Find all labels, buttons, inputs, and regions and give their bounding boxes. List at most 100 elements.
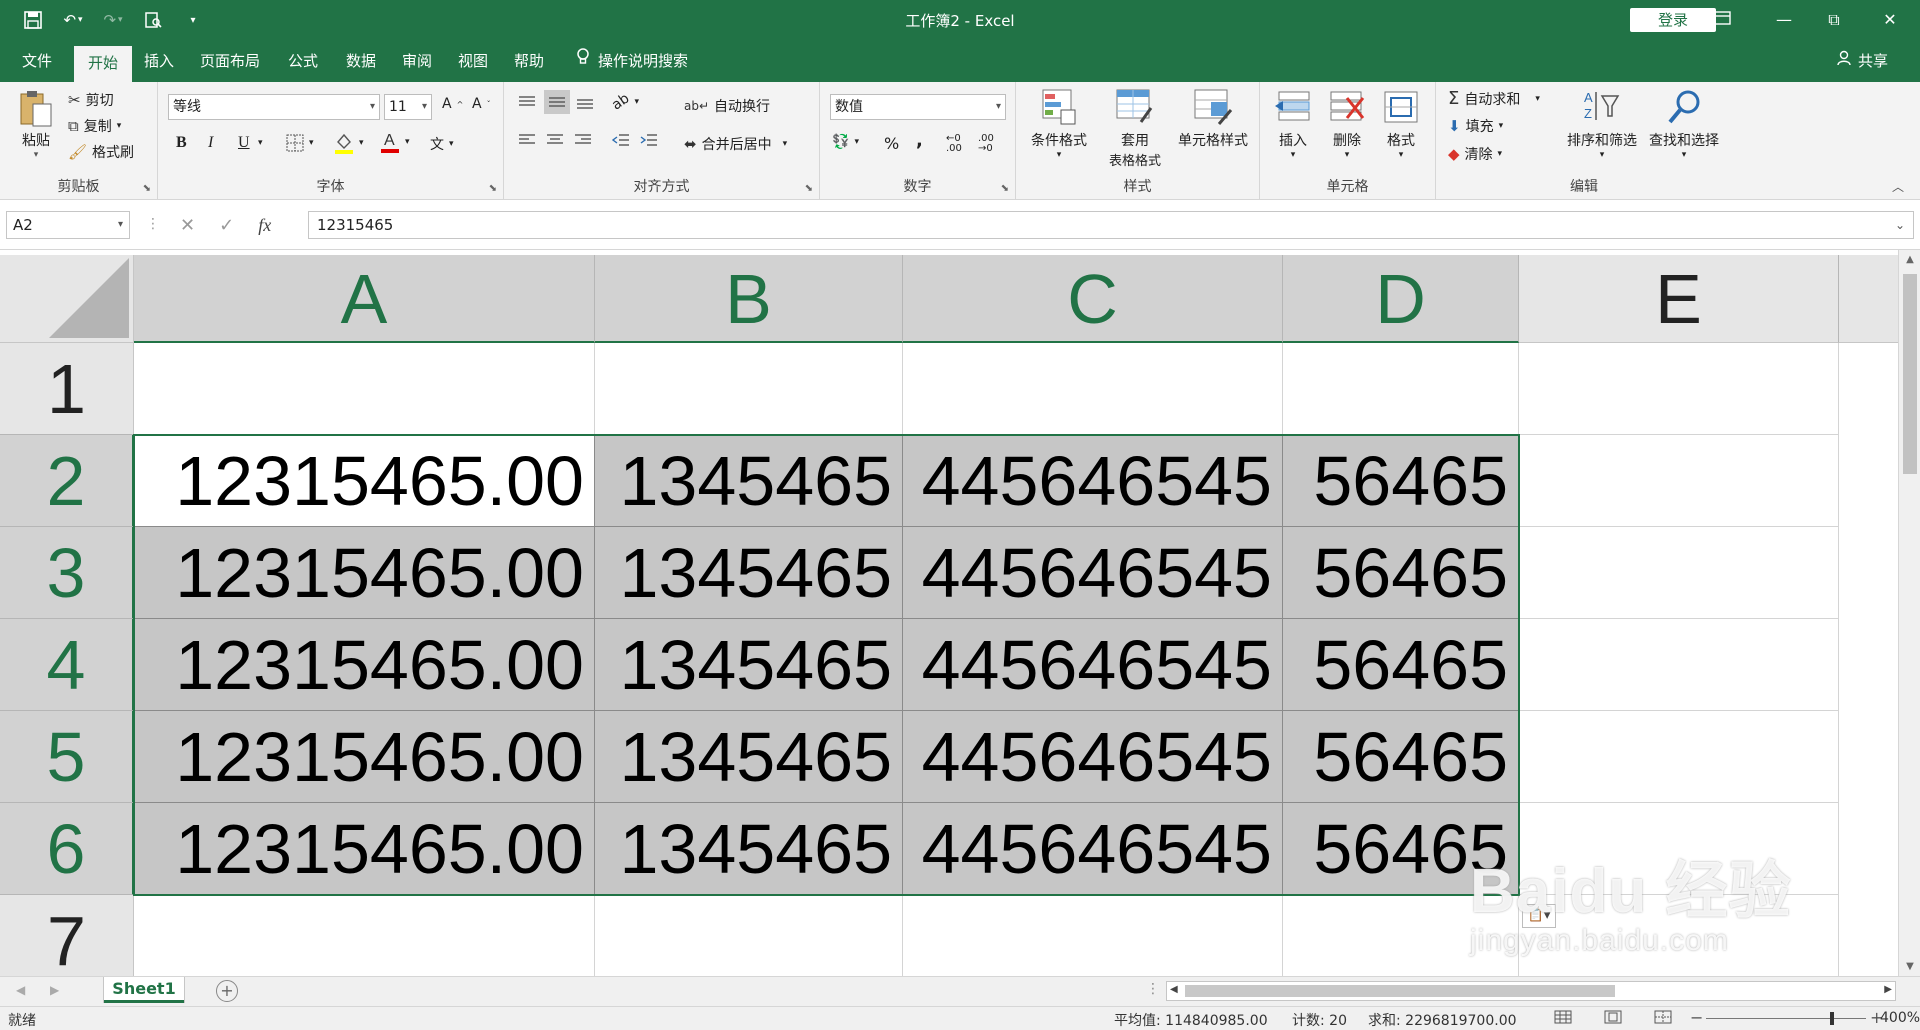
cell-a7[interactable] xyxy=(134,895,595,976)
cell-d2[interactable]: 56465 xyxy=(1283,435,1519,527)
page-break-view-icon[interactable] xyxy=(1654,1010,1672,1028)
row-header-5[interactable]: 5 xyxy=(0,711,134,803)
row-header-6[interactable]: 6 xyxy=(0,803,134,895)
column-header-b[interactable]: B xyxy=(595,255,903,343)
insert-cells-button[interactable]: 插入 ▾ xyxy=(1268,88,1318,160)
ribbon-display-options-icon[interactable] xyxy=(1702,6,1742,34)
status-average[interactable]: 平均值: 114840985.00 xyxy=(1114,1010,1268,1030)
cell-c6[interactable]: 445646545 xyxy=(903,803,1283,895)
cell-a5[interactable]: 12315465.00 xyxy=(134,711,595,803)
column-header-f[interactable] xyxy=(1839,255,1898,343)
cell-b2[interactable]: 1345465 xyxy=(595,435,903,527)
font-color-icon[interactable]: A ▾ xyxy=(380,130,410,154)
wrap-text-button[interactable]: ab↵ 自动换行 xyxy=(684,96,770,116)
accounting-format-icon[interactable]: 💱 ▾ xyxy=(832,134,859,150)
underline-dropdown-icon[interactable]: ▾ xyxy=(258,138,263,148)
cell-e2[interactable] xyxy=(1519,435,1839,527)
close-button[interactable]: ✕ xyxy=(1870,6,1910,34)
formula-input[interactable]: 12315465 ⌄ xyxy=(308,211,1914,239)
select-all-corner[interactable] xyxy=(0,255,134,343)
tab-view[interactable]: 视图 xyxy=(444,40,502,82)
borders-icon[interactable]: ▾ xyxy=(286,134,314,152)
cell-d1[interactable] xyxy=(1283,343,1519,435)
sheet-prev-icon[interactable]: ◀ xyxy=(16,983,25,997)
scroll-down-icon[interactable]: ▼ xyxy=(1899,961,1920,972)
horizontal-scroll-thumb[interactable] xyxy=(1185,985,1615,997)
cell-b6[interactable]: 1345465 xyxy=(595,803,903,895)
format-painter-button[interactable]: 🖌 格式刷 xyxy=(68,142,134,162)
font-name-select[interactable]: 等线 ▾ xyxy=(168,94,380,120)
scroll-up-icon[interactable]: ▲ xyxy=(1899,254,1920,265)
column-header-e[interactable]: E xyxy=(1519,255,1839,343)
cell-styles-button[interactable]: 单元格样式 xyxy=(1170,88,1256,150)
cell-b3[interactable]: 1345465 xyxy=(595,527,903,619)
dialog-launcher-icon[interactable]: ⬊ xyxy=(489,183,497,194)
align-left-icon[interactable] xyxy=(518,132,536,148)
cancel-icon[interactable]: ✕ xyxy=(180,215,195,236)
increase-decimal-icon[interactable]: ←0.00 xyxy=(946,134,962,154)
row-header-2[interactable]: 2 xyxy=(0,435,134,527)
clear-button[interactable]: ◆ 清除 ▾ xyxy=(1448,144,1502,164)
cell-b7[interactable] xyxy=(595,895,903,976)
cell-c4[interactable]: 445646545 xyxy=(903,619,1283,711)
column-header-d[interactable]: D xyxy=(1283,255,1519,343)
add-sheet-button[interactable]: + xyxy=(216,980,238,1002)
increase-indent-icon[interactable] xyxy=(640,132,658,148)
dialog-launcher-icon[interactable]: ⬊ xyxy=(1001,183,1009,194)
font-size-select[interactable]: 11 ▾ xyxy=(384,94,432,120)
tab-data[interactable]: 数据 xyxy=(332,40,390,82)
cell-c1[interactable] xyxy=(903,343,1283,435)
cell-e4[interactable] xyxy=(1519,619,1839,711)
percent-style-button[interactable]: % xyxy=(884,134,899,153)
autosum-button[interactable]: Σ 自动求和 ▾ xyxy=(1448,88,1540,109)
cell-a6[interactable]: 12315465.00 xyxy=(134,803,595,895)
enter-icon[interactable]: ✓ xyxy=(219,215,234,236)
row-header-3[interactable]: 3 xyxy=(0,527,134,619)
align-top-icon[interactable] xyxy=(518,94,536,110)
align-right-icon[interactable] xyxy=(574,132,592,148)
align-middle-icon[interactable] xyxy=(544,90,570,114)
cell-b5[interactable]: 1345465 xyxy=(595,711,903,803)
status-count[interactable]: 计数: 20 xyxy=(1292,1010,1347,1030)
cell-d5[interactable]: 56465 xyxy=(1283,711,1519,803)
paste-button[interactable]: 粘贴 ▾ xyxy=(12,88,60,160)
decrease-decimal-icon[interactable]: .00 →0 xyxy=(978,134,994,154)
column-header-a[interactable]: A xyxy=(134,255,595,343)
sort-filter-button[interactable]: AZ 排序和筛选 ▾ xyxy=(1562,88,1642,160)
zoom-slider-knob[interactable] xyxy=(1830,1012,1834,1025)
tell-me-search[interactable]: 操作说明搜索 xyxy=(576,40,688,82)
cell-c3[interactable]: 445646545 xyxy=(903,527,1283,619)
decrease-indent-icon[interactable] xyxy=(612,132,630,148)
italic-button[interactable]: I xyxy=(208,134,213,152)
dialog-launcher-icon[interactable]: ⬊ xyxy=(143,183,151,194)
tab-split-handle-icon[interactable]: ⋮ xyxy=(1146,981,1160,997)
row-header-7[interactable]: 7 xyxy=(0,895,134,976)
status-sum[interactable]: 求和: 2296819700.00 xyxy=(1368,1010,1517,1030)
bold-button[interactable]: B xyxy=(176,134,187,152)
number-format-select[interactable]: 数值 ▾ xyxy=(830,94,1006,120)
tab-file[interactable]: 文件 xyxy=(8,40,66,82)
sheet-tab-sheet1[interactable]: Sheet1 xyxy=(104,977,184,1003)
row-header-4[interactable]: 4 xyxy=(0,619,134,711)
underline-button[interactable]: U xyxy=(238,134,250,152)
normal-view-icon[interactable] xyxy=(1554,1010,1572,1028)
share-button[interactable]: 共享 xyxy=(1836,40,1888,82)
minimize-button[interactable]: — xyxy=(1764,6,1804,34)
cell-a4[interactable]: 12315465.00 xyxy=(134,619,595,711)
cell-b1[interactable] xyxy=(595,343,903,435)
tab-help[interactable]: 帮助 xyxy=(500,40,558,82)
insert-function-icon[interactable]: fx xyxy=(258,215,271,236)
zoom-out-icon[interactable]: − xyxy=(1690,1008,1703,1027)
restore-button[interactable]: ⧉ xyxy=(1814,6,1854,34)
zoom-slider-track[interactable] xyxy=(1706,1018,1866,1019)
vertical-scrollbar[interactable]: ▲ ▼ xyxy=(1898,250,1920,976)
fill-button[interactable]: ⬇ 填充 ▾ xyxy=(1448,116,1503,136)
dialog-launcher-icon[interactable]: ⬊ xyxy=(805,183,813,194)
align-center-icon[interactable] xyxy=(546,132,564,148)
cut-button[interactable]: ✂ 剪切 xyxy=(68,90,114,110)
cell-a2[interactable]: 12315465.00 xyxy=(134,435,595,527)
cell-e1[interactable] xyxy=(1519,343,1839,435)
tab-page-layout[interactable]: 页面布局 xyxy=(186,40,274,82)
cell-e3[interactable] xyxy=(1519,527,1839,619)
format-cells-button[interactable]: 格式 ▾ xyxy=(1376,88,1426,160)
